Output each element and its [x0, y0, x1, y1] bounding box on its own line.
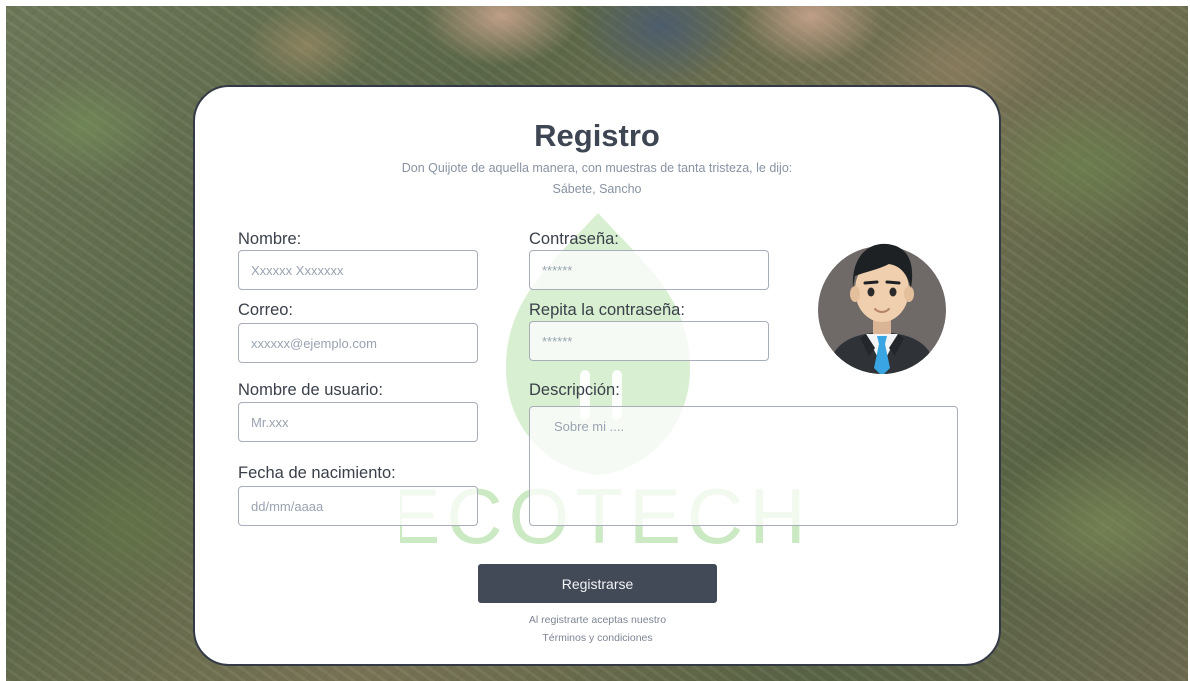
descripcion-label: Descripción:: [529, 381, 620, 399]
fecha-field[interactable]: [238, 486, 478, 526]
subtitle-line-2: Sábete, Sancho: [552, 182, 642, 196]
background-legs: [411, 6, 911, 96]
repetir-contrasena-field[interactable]: [529, 321, 769, 361]
subtitle-line-1: Don Quijote de aquella manera, con muest…: [401, 161, 793, 175]
terms-text: Al registrarte aceptas nuestro: [528, 614, 667, 626]
nombre-label: Nombre:: [238, 230, 302, 248]
terms-link[interactable]: Términos y condiciones: [478, 632, 717, 644]
nombre-field[interactable]: [238, 250, 478, 290]
descripcion-field[interactable]: [529, 406, 958, 526]
repetir-contrasena-label: Repita la contraseña:: [529, 301, 685, 319]
subtitle: Don Quijote de aquella manera, con muest…: [193, 158, 1001, 200]
contrasena-field[interactable]: [529, 250, 769, 290]
page-title: Registro: [534, 118, 660, 153]
fecha-label: Fecha de nacimiento:: [238, 464, 396, 482]
usuario-field[interactable]: [238, 402, 478, 442]
contrasena-label: Contraseña:: [529, 230, 619, 248]
correo-label: Correo:: [238, 301, 294, 319]
usuario-label: Nombre de usuario:: [238, 381, 383, 399]
correo-field[interactable]: [238, 323, 478, 363]
registrarse-button[interactable]: Registrarse: [478, 564, 717, 603]
user-avatar-icon[interactable]: [817, 236, 947, 374]
